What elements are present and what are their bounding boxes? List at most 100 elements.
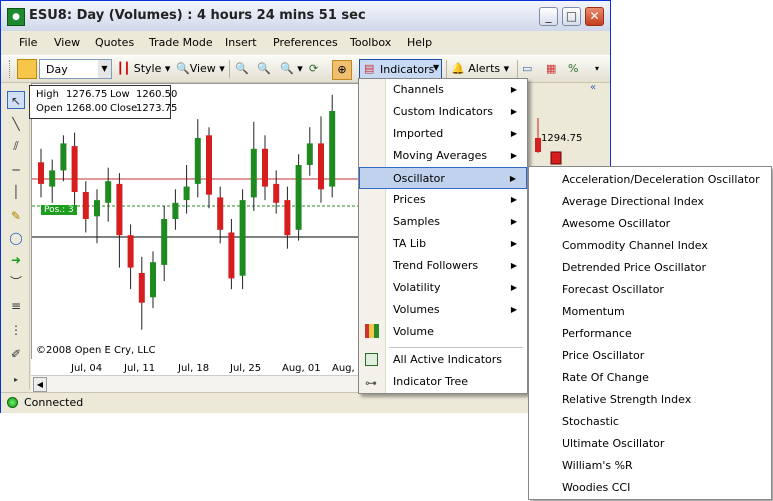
- menu-item-oscillator-option[interactable]: Acceleration/Deceleration Oscillator: [529, 169, 771, 191]
- zoom-in-icon[interactable]: 🔍: [235, 60, 249, 78]
- menu-item-oscillator-option[interactable]: Woodies CCI: [529, 477, 771, 499]
- horizontal-scrollbar[interactable]: ◀: [31, 375, 361, 392]
- arrow-icon[interactable]: ➜: [7, 251, 25, 269]
- menu-item-oscillator-option[interactable]: Average Directional Index: [529, 191, 771, 213]
- candle-down: [217, 197, 224, 230]
- menu-preferences[interactable]: Preferences: [273, 36, 338, 49]
- menu-item-label: Prices: [393, 193, 426, 206]
- toolbar-grip[interactable]: [9, 60, 13, 78]
- menu-item-channels[interactable]: Channels ▶: [359, 79, 527, 101]
- menu-item-volumes[interactable]: Volumes ▶: [359, 299, 527, 321]
- bell-icon: 🔔: [451, 62, 465, 75]
- menu-item-oscillator-option[interactable]: William's %R: [529, 455, 771, 477]
- comment-icon[interactable]: ◯: [7, 229, 25, 247]
- expand-tools-icon[interactable]: ▸: [7, 371, 25, 389]
- menu-item-trend-followers[interactable]: Trend Followers ▶: [359, 255, 527, 277]
- palette-icon[interactable]: ▦: [546, 60, 556, 78]
- horizontal-line-icon[interactable]: ─: [7, 161, 25, 179]
- menu-item-oscillator-option[interactable]: Commodity Channel Index: [529, 235, 771, 257]
- chart-type-icon[interactable]: [17, 59, 37, 79]
- interval-select[interactable]: Day ▼: [39, 59, 112, 79]
- curve-icon[interactable]: ︶: [7, 273, 25, 291]
- view-button[interactable]: 🔍View ▾: [176, 60, 225, 78]
- candle-down: [38, 162, 44, 184]
- note-icon[interactable]: ✎: [7, 207, 25, 225]
- gann-icon[interactable]: ⋮: [7, 321, 25, 339]
- menu-item-prices[interactable]: Prices ▶: [359, 189, 527, 211]
- close-button[interactable]: ✕: [585, 7, 604, 26]
- menu-item-oscillator-option[interactable]: Rate Of Change: [529, 367, 771, 389]
- menu-item-oscillator-option[interactable]: Ultimate Oscillator: [529, 433, 771, 455]
- close-label: Close: [110, 103, 138, 114]
- submenu-arrow-icon: ▶: [510, 217, 517, 226]
- indicators-button[interactable]: ▤ Indicators ▼: [359, 59, 442, 79]
- menu-item-oscillator[interactable]: Oscillator ▶: [359, 167, 527, 189]
- candle-down: [262, 148, 268, 187]
- menu-view[interactable]: View: [54, 36, 80, 49]
- toolbar-separator: [517, 60, 518, 78]
- menu-item-label: Custom Indicators: [393, 105, 493, 118]
- zoom-out-icon[interactable]: 🔍: [257, 60, 271, 78]
- pen-icon[interactable]: ✐: [7, 345, 25, 363]
- low-label: Low: [110, 89, 130, 100]
- scroll-left-icon[interactable]: ◀: [33, 377, 47, 392]
- menu-item-label: Rate Of Change: [562, 371, 649, 384]
- menu-item-label: Momentum: [562, 305, 625, 318]
- title-bar[interactable]: ● ESU8: Day (Volumes) : 4 hours 24 mins …: [1, 1, 610, 31]
- double-chevron-left-icon[interactable]: «: [590, 82, 596, 93]
- menu-toolbox[interactable]: Toolbox: [350, 36, 391, 49]
- menu-item-oscillator-option[interactable]: Momentum: [529, 301, 771, 323]
- menu-trade-mode[interactable]: Trade Mode: [149, 36, 213, 49]
- menu-item-oscillator-option[interactable]: Performance: [529, 323, 771, 345]
- parallel-lines-icon[interactable]: ⫽: [7, 137, 25, 155]
- menu-item-oscillator-option[interactable]: Relative Strength Index: [529, 389, 771, 411]
- monitor-icon[interactable]: ▭: [522, 60, 532, 78]
- menu-help[interactable]: Help: [407, 36, 432, 49]
- menu-insert[interactable]: Insert: [225, 36, 257, 49]
- close-value: 1273.75: [136, 103, 178, 114]
- zoom-menu-icon[interactable]: 🔍 ▾: [280, 60, 303, 78]
- menu-item-oscillator-option[interactable]: Forecast Oscillator: [529, 279, 771, 301]
- candle-up: [239, 200, 246, 276]
- maximize-button[interactable]: □: [562, 7, 581, 26]
- style-button[interactable]: ┃┃ Style ▾: [117, 60, 170, 78]
- candle-up: [329, 111, 336, 187]
- menu-item-indicator-tree[interactable]: ⊶ Indicator Tree: [359, 371, 527, 393]
- menu-item-volume[interactable]: Volume: [359, 321, 527, 343]
- vertical-line-icon[interactable]: │: [7, 183, 25, 201]
- price-chart[interactable]: [31, 83, 363, 375]
- menu-item-imported[interactable]: Imported ▶: [359, 123, 527, 145]
- menu-item-label: Samples: [393, 215, 440, 228]
- magnifier-icon: 🔍: [176, 62, 190, 75]
- menu-item-custom-indicators[interactable]: Custom Indicators ▶: [359, 101, 527, 123]
- minimize-button[interactable]: _: [539, 7, 558, 26]
- position-tag[interactable]: Pos.: 3: [41, 205, 77, 215]
- refresh-icon[interactable]: ⟳: [309, 60, 318, 78]
- menu-item-oscillator-option[interactable]: Stochastic: [529, 411, 771, 433]
- alerts-button[interactable]: 🔔 Alerts ▾: [451, 60, 509, 78]
- menu-quotes[interactable]: Quotes: [95, 36, 134, 49]
- candle-up: [94, 200, 100, 217]
- pointer-icon[interactable]: ↖: [7, 91, 25, 109]
- candle-up: [172, 202, 179, 219]
- menu-item-oscillator-option[interactable]: Price Oscillator: [529, 345, 771, 367]
- alerts-label: Alerts: [468, 62, 501, 75]
- menu-item-moving-averages[interactable]: Moving Averages ▶: [359, 145, 527, 167]
- menu-file[interactable]: File: [19, 36, 37, 49]
- drawing-tools: ↖ ╲ ⫽ ─ │ ✎ ◯ ➜ ︶ ≡ ⋮ ✐ ▸: [3, 89, 30, 389]
- menu-item-all-active-indicators[interactable]: All Active Indicators: [359, 349, 527, 371]
- menu-item-volatility[interactable]: Volatility ▶: [359, 277, 527, 299]
- fibonacci-icon[interactable]: ≡: [7, 297, 25, 315]
- menu-item-oscillator-option[interactable]: Awesome Oscillator: [529, 213, 771, 235]
- candle-up: [306, 143, 313, 165]
- menu-item-samples[interactable]: Samples ▶: [359, 211, 527, 233]
- submenu-arrow-icon: ▶: [510, 151, 517, 160]
- toolbar-overflow-icon[interactable]: ▾: [595, 60, 599, 78]
- menu-item-label: Awesome Oscillator: [562, 217, 671, 230]
- crosshair-icon[interactable]: ⊕: [332, 60, 352, 80]
- menu-item-ta-lib[interactable]: TA Lib ▶: [359, 233, 527, 255]
- menu-item-label: Volatility: [393, 281, 441, 294]
- menu-item-oscillator-option[interactable]: Detrended Price Oscillator: [529, 257, 771, 279]
- trendline-icon[interactable]: ╲: [7, 115, 25, 133]
- percent-icon[interactable]: %: [568, 60, 578, 78]
